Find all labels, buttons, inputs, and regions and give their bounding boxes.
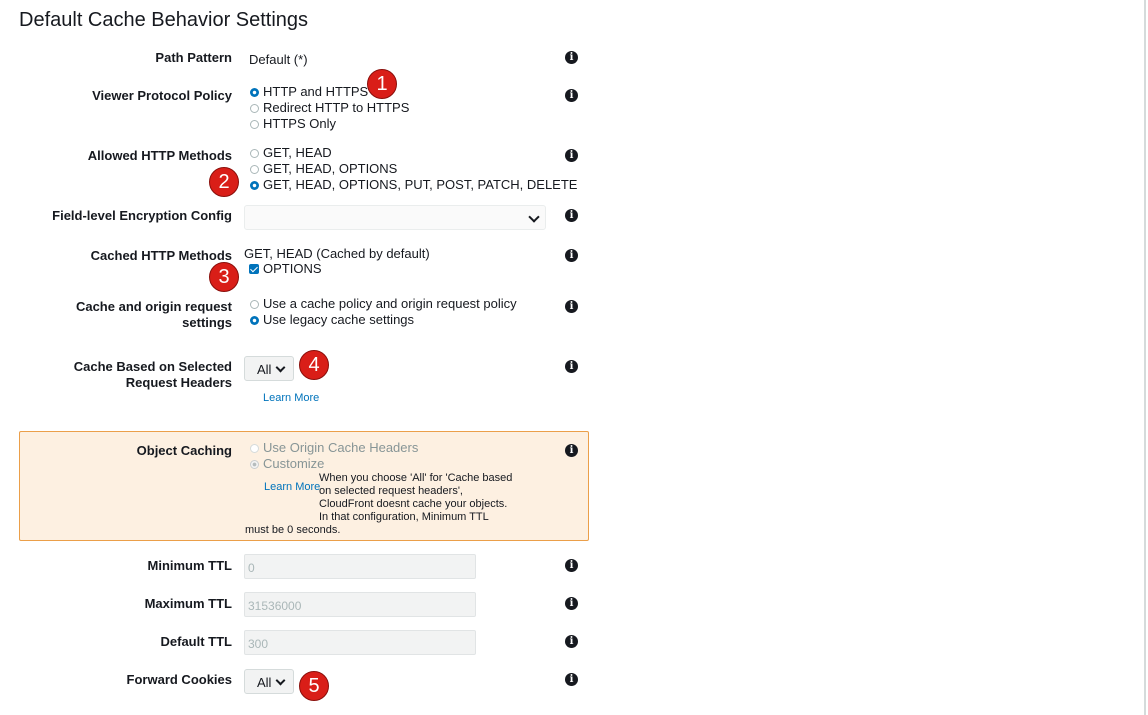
cache-headers-label-line2: Request Headers bbox=[125, 375, 232, 390]
radio-selected-icon[interactable] bbox=[250, 180, 259, 190]
info-icon[interactable]: i bbox=[565, 673, 578, 686]
max-ttl-label: Maximum TTL bbox=[144, 596, 232, 611]
warning-text-line: on selected request headers', bbox=[319, 485, 463, 497]
page-title: Default Cache Behavior Settings bbox=[19, 9, 309, 31]
info-icon[interactable]: i bbox=[565, 360, 578, 373]
object-caching-radio-group: Use Origin Cache Headers Customize bbox=[250, 440, 418, 472]
radio-icon[interactable] bbox=[250, 164, 259, 174]
info-icon[interactable]: i bbox=[565, 51, 578, 64]
min-ttl-label: Minimum TTL bbox=[147, 558, 233, 573]
annotation-badge-2: 2 bbox=[209, 167, 239, 197]
cache-headers-label-line1: Cache Based on Selected bbox=[73, 359, 232, 374]
field-encryption-select[interactable] bbox=[244, 205, 546, 230]
cached-methods-label: Cached HTTP Methods bbox=[90, 248, 232, 263]
radio-https-only[interactable]: HTTPS Only bbox=[250, 116, 409, 132]
max-ttl-input[interactable]: 31536000 bbox=[244, 592, 476, 617]
info-icon[interactable]: i bbox=[565, 444, 578, 457]
cache-origin-radio-group: Use a cache policy and origin request po… bbox=[250, 296, 517, 328]
forward-cookies-label: Forward Cookies bbox=[126, 672, 232, 687]
annotation-badge-5: 5 bbox=[299, 671, 329, 701]
checkbox-checked-icon[interactable] bbox=[249, 264, 259, 274]
forward-cookies-select[interactable]: All bbox=[244, 669, 294, 694]
path-pattern-value: Default (*) bbox=[249, 52, 308, 67]
radio-get-head-options[interactable]: GET, HEAD, OPTIONS bbox=[250, 161, 577, 177]
annotation-badge-4: 4 bbox=[299, 350, 329, 380]
viewer-protocol-label: Viewer Protocol Policy bbox=[92, 88, 232, 103]
radio-icon[interactable] bbox=[250, 119, 259, 129]
radio-redirect-http-to-https[interactable]: Redirect HTTP to HTTPS bbox=[250, 100, 409, 116]
radio-selected-icon[interactable] bbox=[250, 459, 259, 469]
info-icon[interactable]: i bbox=[565, 89, 578, 102]
cache-origin-label-line1: Cache and origin request bbox=[75, 299, 232, 314]
path-pattern-label: Path Pattern bbox=[155, 50, 232, 65]
object-caching-label: Object Caching bbox=[136, 443, 232, 458]
info-icon[interactable]: i bbox=[565, 597, 578, 610]
info-icon[interactable]: i bbox=[565, 559, 578, 572]
radio-cache-policy[interactable]: Use a cache policy and origin request po… bbox=[250, 296, 517, 312]
forward-cookies-value: All bbox=[257, 675, 272, 690]
learn-more-link[interactable]: Learn More bbox=[263, 392, 319, 404]
options-checkbox-row[interactable]: OPTIONS bbox=[249, 261, 322, 277]
info-icon[interactable]: i bbox=[565, 635, 578, 648]
chevron-down-icon bbox=[275, 675, 286, 686]
annotation-badge-3: 3 bbox=[209, 262, 239, 292]
radio-icon[interactable] bbox=[250, 148, 259, 158]
default-ttl-input[interactable]: 300 bbox=[244, 630, 476, 655]
warning-text-line: CloudFront doesnt cache your objects. bbox=[319, 498, 508, 510]
radio-icon[interactable] bbox=[250, 103, 259, 113]
info-icon[interactable]: i bbox=[565, 249, 578, 262]
radio-icon[interactable] bbox=[250, 299, 259, 309]
allowed-methods-radio-group: GET, HEAD GET, HEAD, OPTIONS GET, HEAD, … bbox=[250, 145, 577, 193]
radio-customize[interactable]: Customize bbox=[250, 456, 418, 472]
cache-headers-value: All bbox=[257, 362, 272, 377]
radio-selected-icon[interactable] bbox=[250, 315, 259, 325]
allowed-methods-label: Allowed HTTP Methods bbox=[87, 148, 232, 163]
page-edge-divider bbox=[1144, 0, 1146, 715]
radio-get-head[interactable]: GET, HEAD bbox=[250, 145, 577, 161]
info-icon[interactable]: i bbox=[565, 149, 578, 162]
cache-headers-select[interactable]: All bbox=[244, 356, 294, 381]
radio-all-methods[interactable]: GET, HEAD, OPTIONS, PUT, POST, PATCH, DE… bbox=[250, 177, 577, 193]
learn-more-link[interactable]: Learn More bbox=[264, 481, 320, 493]
warning-text-line: When you choose 'All' for 'Cache based bbox=[319, 472, 513, 484]
cache-origin-label-line2: settings bbox=[182, 315, 232, 330]
cached-methods-default-text: GET, HEAD (Cached by default) bbox=[244, 246, 430, 261]
field-encryption-label: Field-level Encryption Config bbox=[52, 208, 232, 223]
min-ttl-input[interactable]: 0 bbox=[244, 554, 476, 579]
radio-icon[interactable] bbox=[250, 443, 259, 453]
warning-text-line: must be 0 seconds. bbox=[245, 524, 341, 536]
radio-selected-icon[interactable] bbox=[250, 87, 259, 97]
info-icon[interactable]: i bbox=[565, 300, 578, 313]
info-icon[interactable]: i bbox=[565, 209, 578, 222]
radio-legacy-cache[interactable]: Use legacy cache settings bbox=[250, 312, 517, 328]
chevron-down-icon bbox=[528, 211, 540, 223]
chevron-down-icon bbox=[275, 362, 286, 373]
annotation-badge-1: 1 bbox=[367, 69, 397, 99]
radio-use-origin-cache-headers[interactable]: Use Origin Cache Headers bbox=[250, 440, 418, 456]
warning-text-line: In that configuration, Minimum TTL bbox=[319, 511, 489, 523]
default-ttl-label: Default TTL bbox=[160, 634, 233, 649]
